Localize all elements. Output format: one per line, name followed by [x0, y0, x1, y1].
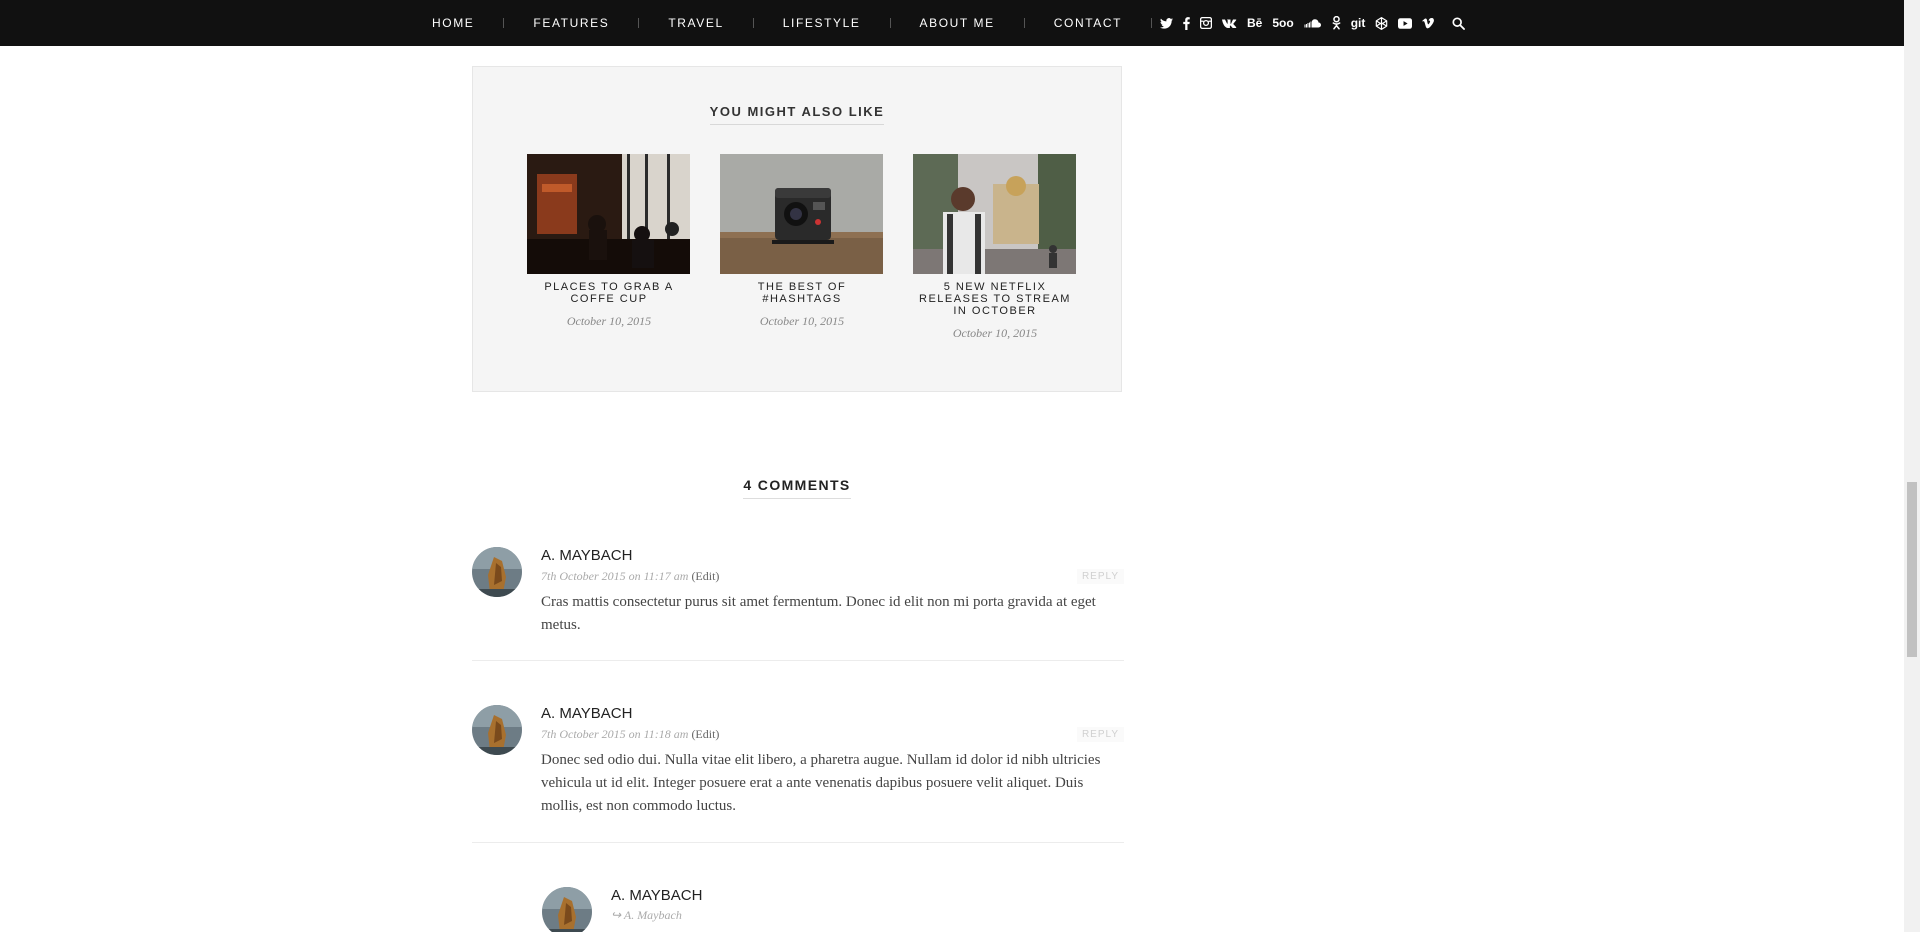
reply-arrow-icon: ↪: [611, 908, 622, 922]
500px-icon[interactable]: 5oo: [1272, 16, 1293, 30]
nav-about-me[interactable]: ABOUT ME: [920, 16, 995, 30]
nav-features[interactable]: FEATURES: [533, 16, 609, 30]
comment-divider: [472, 660, 1124, 661]
comment-reply-to[interactable]: ↪ A. Maybach: [611, 908, 1124, 923]
main-menu: HOME FEATURES TRAVEL LIFESTYLE ABOUT ME …: [432, 0, 1181, 46]
vk-icon[interactable]: [1222, 19, 1237, 28]
soundcloud-icon[interactable]: [1304, 18, 1322, 28]
comment-author[interactable]: A. MAYBACH: [541, 547, 1124, 565]
codepen-icon[interactable]: [1375, 16, 1388, 30]
comment-edit-link[interactable]: (Edit): [691, 727, 719, 741]
comment-text: Cras mattis consectetur purus sit amet f…: [541, 594, 1096, 633]
comment-avatar: [472, 547, 522, 597]
behance-icon[interactable]: Bē: [1247, 16, 1262, 30]
comment-meta: 7th October 2015 on 11:18 am (Edit): [541, 727, 1124, 741]
social-links: Bē 5oo git: [1160, 0, 1475, 46]
nav-separator: [1023, 18, 1025, 28]
nav-lifestyle[interactable]: LIFESTYLE: [783, 16, 861, 30]
comment-item: A. MAYBACH 7th October 2015 on 11:18 am …: [472, 705, 1124, 825]
related-post-date: October 10, 2015: [952, 326, 1038, 340]
related-post-thumbnail[interactable]: [913, 154, 1076, 274]
search-icon[interactable]: [1452, 16, 1466, 30]
nav-separator: [752, 18, 754, 28]
youtube-icon[interactable]: [1398, 17, 1413, 29]
nav-contact[interactable]: CONTACT: [1054, 16, 1122, 30]
related-post-title[interactable]: THE BEST OF #HASHTAGS: [720, 281, 884, 305]
nav-separator: [889, 18, 891, 28]
comment-date[interactable]: 7th October 2015 on 11:17 am: [541, 569, 688, 583]
comment-edit-link[interactable]: (Edit): [691, 569, 719, 583]
related-post-date: October 10, 2015: [759, 314, 845, 328]
comment-body: A. MAYBACH 7th October 2015 on 11:17 am …: [541, 547, 1124, 637]
related-posts-title: YOU MIGHT ALSO LIKE: [473, 103, 1121, 125]
comments-heading: 4 COMMENTS: [472, 477, 1122, 499]
scrollbar-thumb[interactable]: [1907, 482, 1917, 657]
facebook-icon[interactable]: [1183, 16, 1190, 30]
comment-text: Donec sed odio dui. Nulla vitae elit lib…: [541, 752, 1101, 814]
instagram-icon[interactable]: [1200, 17, 1212, 29]
nav-separator: [638, 18, 640, 28]
github-icon[interactable]: git: [1351, 16, 1366, 30]
comment-date[interactable]: 7th October 2015 on 11:18 am: [541, 727, 688, 741]
comment-avatar: [472, 705, 522, 755]
nav-separator: [1151, 18, 1153, 28]
top-navigation-bar: HOME FEATURES TRAVEL LIFESTYLE ABOUT ME …: [0, 0, 1904, 46]
related-post-date: October 10, 2015: [566, 314, 652, 328]
comment-divider: [472, 842, 1124, 843]
related-post-card[interactable]: PLACES TO GRAB A COFFE CUP October 10, 2…: [527, 154, 691, 329]
comment-item: A. MAYBACH 7th October 2015 on 11:17 am …: [472, 547, 1124, 637]
comment-body: A. MAYBACH ↪ A. Maybach: [611, 887, 1124, 923]
comment-avatar: [542, 887, 592, 932]
page-scrollbar[interactable]: [1904, 0, 1920, 932]
related-posts-box: YOU MIGHT ALSO LIKE PLACES TO GRAB A COF…: [472, 66, 1122, 392]
nav-separator: [503, 18, 505, 28]
related-post-card[interactable]: 5 NEW NETFLIX RELEASES TO STREAM IN OCTO…: [913, 154, 1077, 341]
nav-travel[interactable]: TRAVEL: [668, 16, 723, 30]
related-post-card[interactable]: THE BEST OF #HASHTAGS October 10, 2015: [720, 154, 884, 329]
odnoklassniki-icon[interactable]: [1332, 16, 1341, 30]
comment-item-reply: A. MAYBACH ↪ A. Maybach: [542, 887, 1124, 932]
twitter-icon[interactable]: [1160, 17, 1173, 29]
comment-meta: 7th October 2015 on 11:17 am (Edit): [541, 569, 1124, 583]
comment-reply-button[interactable]: REPLY: [1076, 569, 1124, 584]
vimeo-icon[interactable]: [1422, 17, 1435, 29]
related-post-thumbnail[interactable]: [527, 154, 690, 274]
comment-author[interactable]: A. MAYBACH: [541, 705, 1124, 723]
comment-reply-button[interactable]: REPLY: [1076, 727, 1124, 742]
comment-body: A. MAYBACH 7th October 2015 on 11:18 am …: [541, 705, 1124, 818]
related-post-title[interactable]: 5 NEW NETFLIX RELEASES TO STREAM IN OCTO…: [913, 281, 1077, 317]
related-post-title[interactable]: PLACES TO GRAB A COFFE CUP: [527, 281, 691, 305]
comment-author[interactable]: A. MAYBACH: [611, 887, 1124, 905]
related-post-thumbnail[interactable]: [720, 154, 883, 274]
nav-home[interactable]: HOME: [432, 16, 474, 30]
